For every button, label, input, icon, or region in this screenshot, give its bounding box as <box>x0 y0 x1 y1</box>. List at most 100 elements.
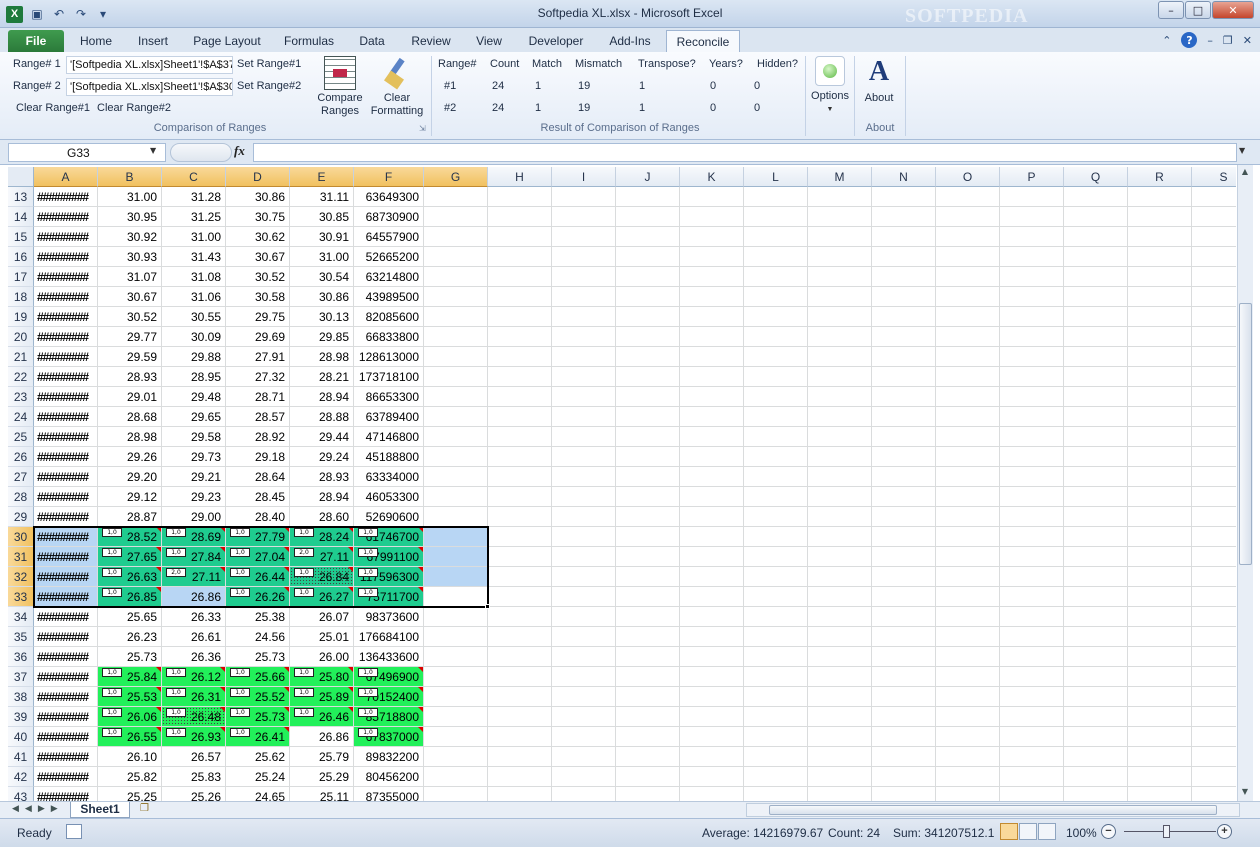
cell-empty[interactable] <box>1128 467 1192 487</box>
cell-empty[interactable] <box>1064 427 1128 447</box>
cell-empty[interactable] <box>744 507 808 527</box>
cell-value[interactable]: 30.86 <box>290 287 354 307</box>
cell-value[interactable]: 25.66 1,0 <box>226 667 290 687</box>
cell-value[interactable]: 27.11 2,0 <box>290 547 354 567</box>
cell-empty[interactable] <box>1128 587 1192 607</box>
cell-empty[interactable] <box>1000 467 1064 487</box>
cell-date[interactable]: ######### <box>34 307 98 327</box>
cell-value[interactable]: 30.95 <box>98 207 162 227</box>
cell-date[interactable]: ######### <box>34 567 98 587</box>
cell-empty[interactable] <box>552 207 616 227</box>
cell-date[interactable]: ######### <box>34 427 98 447</box>
cell-empty[interactable] <box>744 327 808 347</box>
cell-empty[interactable] <box>936 387 1000 407</box>
cell-empty[interactable] <box>1128 547 1192 567</box>
cell-empty[interactable] <box>616 347 680 367</box>
row-header[interactable]: 30 <box>8 527 34 547</box>
cell-empty[interactable] <box>936 207 1000 227</box>
cell-value[interactable]: 29.18 <box>226 447 290 467</box>
cell-value[interactable]: 26.44 1,0 <box>226 567 290 587</box>
cell-value[interactable]: 26.41 1,0 <box>226 727 290 747</box>
cell-empty[interactable] <box>808 247 872 267</box>
cell-empty[interactable] <box>680 427 744 447</box>
cell-value[interactable]: 28.94 <box>290 487 354 507</box>
cell-empty[interactable] <box>744 667 808 687</box>
cell-date[interactable]: ######### <box>34 367 98 387</box>
cell-empty[interactable] <box>424 527 488 547</box>
cell-empty[interactable] <box>1000 247 1064 267</box>
cell-value[interactable]: 117596300 1,0 <box>354 567 424 587</box>
cell-empty[interactable] <box>552 247 616 267</box>
cell-value[interactable]: 25.89 1,0 <box>290 687 354 707</box>
cell-empty[interactable] <box>1064 727 1128 747</box>
cell-date[interactable]: ######### <box>34 227 98 247</box>
cell-empty[interactable] <box>1000 407 1064 427</box>
select-all-corner[interactable] <box>8 167 34 187</box>
cell-date[interactable]: ######### <box>34 727 98 747</box>
cell-value[interactable]: 28.60 <box>290 507 354 527</box>
cell-empty[interactable] <box>680 447 744 467</box>
cell-value[interactable]: 85718800 1,0 <box>354 707 424 727</box>
cell-empty[interactable] <box>1192 427 1236 447</box>
column-header-h[interactable]: H <box>488 167 552 187</box>
close-button[interactable]: ✕ <box>1212 1 1254 19</box>
cell-value[interactable]: 25.79 <box>290 747 354 767</box>
cell-empty[interactable] <box>488 567 552 587</box>
cell-value[interactable]: 63649300 <box>354 187 424 207</box>
cell-empty[interactable] <box>424 747 488 767</box>
cell-empty[interactable] <box>744 587 808 607</box>
cell-empty[interactable] <box>808 687 872 707</box>
page-break-view-icon[interactable] <box>1038 823 1056 840</box>
tab-developer[interactable]: Developer <box>520 30 592 52</box>
cell-empty[interactable] <box>1000 547 1064 567</box>
cell-value[interactable]: 29.20 <box>98 467 162 487</box>
cell-date[interactable]: ######### <box>34 687 98 707</box>
row-header[interactable]: 41 <box>8 747 34 767</box>
cell-empty[interactable] <box>1000 567 1064 587</box>
cell-empty[interactable] <box>872 387 936 407</box>
cell-empty[interactable] <box>872 727 936 747</box>
cell-empty[interactable] <box>616 407 680 427</box>
cell-empty[interactable] <box>1000 787 1064 801</box>
cell-empty[interactable] <box>1000 667 1064 687</box>
cell-date[interactable]: ######### <box>34 327 98 347</box>
cell-value[interactable]: 128613000 <box>354 347 424 367</box>
minimize-button[interactable]: – <box>1158 1 1184 19</box>
insert-sheet-icon[interactable]: ❐ <box>140 803 158 817</box>
cell-empty[interactable] <box>488 187 552 207</box>
cell-empty[interactable] <box>680 667 744 687</box>
cell-empty[interactable] <box>680 727 744 747</box>
options-button[interactable]: Options ▼ <box>808 56 852 116</box>
cell-empty[interactable] <box>1064 767 1128 787</box>
cell-value[interactable]: 176684100 <box>354 627 424 647</box>
cell-empty[interactable] <box>1192 647 1236 667</box>
cell-value[interactable]: 30.92 <box>98 227 162 247</box>
cell-value[interactable]: 25.38 <box>226 607 290 627</box>
cell-value[interactable]: 28.87 <box>98 507 162 527</box>
cell-value[interactable]: 52690600 <box>354 507 424 527</box>
cell-empty[interactable] <box>744 627 808 647</box>
cell-empty[interactable] <box>424 687 488 707</box>
cell-empty[interactable] <box>1064 227 1128 247</box>
cell-empty[interactable] <box>1064 407 1128 427</box>
cell-empty[interactable] <box>808 767 872 787</box>
cell-empty[interactable] <box>488 347 552 367</box>
cell-empty[interactable] <box>616 367 680 387</box>
cell-empty[interactable] <box>1000 187 1064 207</box>
row-header[interactable]: 31 <box>8 547 34 567</box>
cell-empty[interactable] <box>1000 427 1064 447</box>
cell-empty[interactable] <box>424 307 488 327</box>
cell-empty[interactable] <box>1064 647 1128 667</box>
cell-empty[interactable] <box>936 367 1000 387</box>
cell-empty[interactable] <box>616 227 680 247</box>
cell-empty[interactable] <box>1000 587 1064 607</box>
cell-date[interactable]: ######### <box>34 547 98 567</box>
column-header-o[interactable]: O <box>936 167 1000 187</box>
cell-empty[interactable] <box>552 307 616 327</box>
cell-value[interactable]: 28.98 <box>290 347 354 367</box>
cell-empty[interactable] <box>1064 187 1128 207</box>
cell-empty[interactable] <box>808 727 872 747</box>
zoom-slider-track[interactable] <box>1124 831 1216 832</box>
cell-empty[interactable] <box>936 687 1000 707</box>
cell-empty[interactable] <box>1000 687 1064 707</box>
